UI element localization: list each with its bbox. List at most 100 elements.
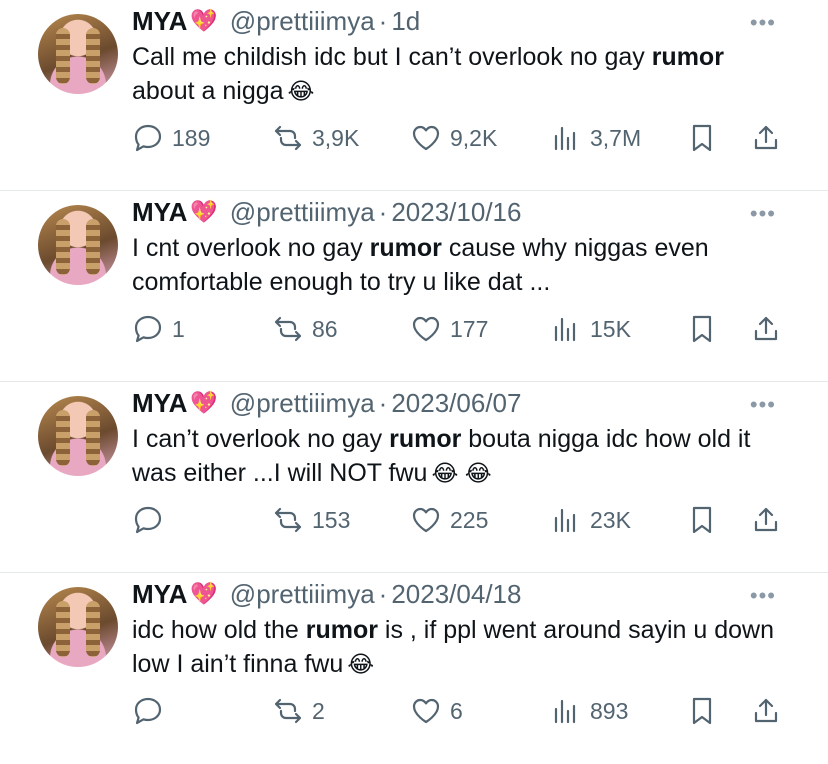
views-button[interactable]: 893 — [550, 691, 628, 731]
like-button[interactable]: 177 — [410, 309, 488, 349]
like-count: 9,2K — [450, 124, 498, 151]
retweet-count: 2 — [312, 697, 325, 724]
heart-with-ribbon-icon: 💖 — [190, 390, 218, 415]
view-count: 23K — [590, 506, 631, 533]
display-name[interactable]: MYA — [132, 6, 187, 37]
view-count: 15K — [590, 315, 631, 342]
timestamp[interactable]: 2023/04/18 — [391, 579, 521, 610]
reply-button[interactable] — [132, 691, 172, 731]
share-upload-icon — [754, 507, 778, 532]
user-handle[interactable]: @prettiiimya — [230, 388, 375, 419]
tweet-actions: 2 6 893 — [132, 691, 792, 731]
bookmark-button[interactable] — [686, 118, 718, 158]
bookmark-icon — [692, 124, 712, 152]
display-name[interactable]: MYA — [132, 579, 187, 610]
retweet-button[interactable]: 3,9K — [272, 118, 359, 158]
avatar[interactable] — [38, 396, 118, 476]
tweet-text-part: I cnt overlook no gay — [132, 234, 370, 262]
tweet-header: MYA 💖 @prettiiimya · 2023/04/18 — [132, 577, 521, 611]
tweet-text: I can’t overlook no gay rumor bouta nigg… — [132, 422, 792, 490]
retweet-icon — [274, 125, 302, 151]
avatar-hair-left — [56, 219, 70, 275]
tweet-text: I cnt overlook no gay rumor cause why ni… — [132, 231, 792, 299]
more-options-icon[interactable]: ••• — [750, 583, 776, 609]
bookmark-button[interactable] — [686, 691, 718, 731]
timestamp[interactable]: 1d — [391, 6, 420, 37]
heart-outline-icon — [412, 507, 440, 533]
tweet-text-highlight: rumor — [369, 234, 442, 262]
tweet-text-part: I can’t overlook no gay — [132, 425, 390, 453]
retweet-count: 86 — [312, 315, 338, 342]
tweet-card[interactable]: MYA 💖 @prettiiimya · 2023/10/16 ••• I cn… — [0, 191, 828, 382]
bar-chart-icon — [554, 126, 576, 151]
more-options-icon[interactable]: ••• — [750, 10, 776, 36]
tweet-actions: 153 225 23K — [132, 500, 792, 540]
share-button[interactable] — [750, 691, 782, 731]
reply-count: 1 — [172, 315, 185, 342]
laughing-emoji: 😂 — [347, 651, 375, 677]
avatar-hair-left — [56, 601, 70, 657]
share-upload-icon — [754, 698, 778, 723]
share-button[interactable] — [750, 118, 782, 158]
timestamp[interactable]: 2023/10/16 — [391, 197, 521, 228]
speech-bubble-icon — [134, 315, 162, 343]
reply-count: 189 — [172, 124, 211, 151]
reply-button[interactable]: 189 — [132, 118, 210, 158]
user-handle[interactable]: @prettiiimya — [230, 197, 375, 228]
views-button[interactable]: 23K — [550, 500, 631, 540]
avatar-hair-right — [86, 219, 100, 275]
retweet-count: 3,9K — [312, 124, 360, 151]
tweet-card[interactable]: MYA 💖 @prettiiimya · 2023/04/18 ••• idc … — [0, 573, 828, 764]
bookmark-button[interactable] — [686, 309, 718, 349]
share-upload-icon — [754, 316, 778, 341]
retweet-button[interactable]: 86 — [272, 309, 338, 349]
tweet-header: MYA 💖 @prettiiimya · 2023/06/07 — [132, 386, 521, 420]
retweet-count: 153 — [312, 506, 351, 533]
bar-chart-icon — [554, 699, 576, 724]
heart-with-ribbon-icon: 💖 — [190, 8, 218, 33]
tweet-header: MYA 💖 @prettiiimya · 1d — [132, 4, 420, 38]
like-button[interactable]: 225 — [410, 500, 488, 540]
heart-outline-icon — [412, 698, 440, 724]
avatar-hair-right — [86, 410, 100, 466]
display-name[interactable]: MYA — [132, 388, 187, 419]
avatar[interactable] — [38, 14, 118, 94]
view-count: 893 — [590, 697, 629, 724]
retweet-icon — [274, 698, 302, 724]
tweet-text: Call me childish idc but I can’t overloo… — [132, 40, 792, 108]
reply-button[interactable]: 1 — [132, 309, 185, 349]
retweet-button[interactable]: 153 — [272, 500, 350, 540]
share-button[interactable] — [750, 500, 782, 540]
separator-dot: · — [378, 196, 388, 227]
bookmark-icon — [692, 315, 712, 343]
share-button[interactable] — [750, 309, 782, 349]
speech-bubble-icon — [134, 697, 162, 725]
speech-bubble-icon — [134, 124, 162, 152]
views-button[interactable]: 3,7M — [550, 118, 641, 158]
avatar-hair-left — [56, 410, 70, 466]
heart-with-ribbon-icon: 💖 — [190, 581, 218, 606]
tweet-card[interactable]: MYA 💖 @prettiiimya · 2023/06/07 ••• I ca… — [0, 382, 828, 573]
bookmark-button[interactable] — [686, 500, 718, 540]
display-name[interactable]: MYA — [132, 197, 187, 228]
avatar-hair-right — [86, 28, 100, 84]
more-options-icon[interactable]: ••• — [750, 392, 776, 418]
tweet-card[interactable]: MYA 💖 @prettiiimya · 1d ••• Call me chil… — [0, 0, 828, 191]
tweet-header: MYA 💖 @prettiiimya · 2023/10/16 — [132, 195, 521, 229]
user-handle[interactable]: @prettiiimya — [230, 579, 375, 610]
tweet-text-highlight: rumor — [305, 616, 378, 644]
like-count: 6 — [450, 697, 463, 724]
views-button[interactable]: 15K — [550, 309, 631, 349]
avatar[interactable] — [38, 587, 118, 667]
like-button[interactable]: 6 — [410, 691, 463, 731]
avatar[interactable] — [38, 205, 118, 285]
more-options-icon[interactable]: ••• — [750, 201, 776, 227]
tweet-text-part: about a nigga — [132, 77, 284, 105]
retweet-button[interactable]: 2 — [272, 691, 325, 731]
like-button[interactable]: 9,2K — [410, 118, 497, 158]
separator-dot: · — [378, 5, 388, 36]
reply-button[interactable] — [132, 500, 172, 540]
timestamp[interactable]: 2023/06/07 — [391, 388, 521, 419]
speech-bubble-icon — [134, 506, 162, 534]
user-handle[interactable]: @prettiiimya — [230, 6, 375, 37]
